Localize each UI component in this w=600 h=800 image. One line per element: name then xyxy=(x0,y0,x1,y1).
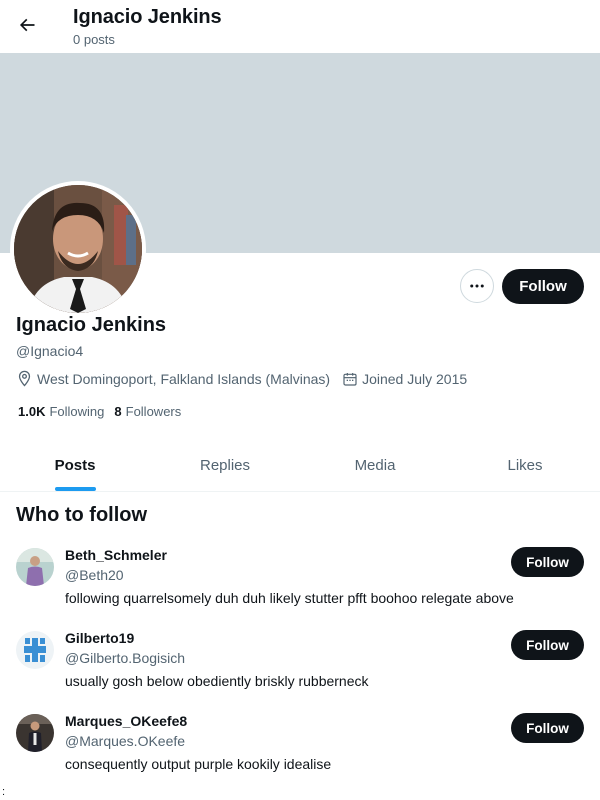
suggestion-item[interactable]: Beth_Schmeler @Beth20 following quarrels… xyxy=(0,547,600,630)
footer-glyph: : xyxy=(2,786,6,798)
suggestion-handle: @Marques.OKeefe xyxy=(65,733,186,749)
joined-text: Joined July 2015 xyxy=(362,370,468,387)
more-options-button[interactable] xyxy=(460,269,494,303)
followers-label: Followers xyxy=(125,404,182,419)
suggestion-bio: usually gosh below obediently briskly ru… xyxy=(65,673,369,689)
tab-label: Replies xyxy=(199,457,251,474)
suggestion-avatar[interactable] xyxy=(16,631,54,669)
followers-link[interactable]: 8 Followers xyxy=(114,404,181,419)
back-button[interactable] xyxy=(10,8,44,42)
suggestion-handle: @Beth20 xyxy=(65,567,124,583)
header-title: Ignacio Jenkins xyxy=(73,6,222,28)
profile-header: Ignacio Jenkins 0 posts xyxy=(0,0,600,53)
suggestion-follow-button[interactable]: Follow xyxy=(511,630,584,660)
active-tab-indicator xyxy=(54,487,96,491)
suggestion-item[interactable]: Marques_OKeefe8 @Marques.OKeefe conseque… xyxy=(0,713,600,796)
header-post-count: 0 posts xyxy=(73,32,115,47)
location-text: West Domingoport, Falkland Islands (Malv… xyxy=(37,370,331,387)
avatar-photo xyxy=(14,185,142,313)
suggestion-bio: consequently output purple kookily ideal… xyxy=(65,756,332,772)
profile-handle: @Ignacio4 xyxy=(16,343,84,359)
following-count: 1.0K xyxy=(18,404,46,419)
suggestion-name[interactable]: Beth_Schmeler xyxy=(65,547,167,563)
tab-replies[interactable]: Replies xyxy=(150,440,300,491)
location-pin-icon xyxy=(18,370,31,387)
following-label: Following xyxy=(49,404,105,419)
tab-label: Likes xyxy=(507,457,543,474)
profile-stats: 1.0K Following 8 Followers xyxy=(18,404,191,419)
profile-avatar[interactable] xyxy=(10,181,146,317)
suggestion-avatar[interactable] xyxy=(16,548,54,586)
calendar-icon xyxy=(343,372,357,386)
suggestion-follow-button[interactable]: Follow xyxy=(511,547,584,577)
tab-likes[interactable]: Likes xyxy=(450,440,600,491)
more-icon xyxy=(470,284,484,288)
tab-label: Media xyxy=(354,457,396,474)
who-to-follow-title: Who to follow xyxy=(16,504,148,526)
profile-location: West Domingoport, Falkland Islands (Malv… xyxy=(16,370,330,387)
suggestion-bio: following quarrelsomely duh duh likely s… xyxy=(65,590,514,606)
suggestion-handle: @Gilberto.Bogisich xyxy=(65,650,186,666)
profile-tabs: Posts Replies Media Likes xyxy=(0,440,600,492)
suggestion-name[interactable]: Marques_OKeefe8 xyxy=(65,713,187,729)
suggestion-item[interactable]: Gilberto19 @Gilberto.Bogisich usually go… xyxy=(0,630,600,713)
tab-label: Posts xyxy=(54,457,96,474)
profile-name: Ignacio Jenkins xyxy=(16,314,167,336)
profile-meta: West Domingoport, Falkland Islands (Malv… xyxy=(16,370,479,387)
following-link[interactable]: 1.0K Following xyxy=(18,404,104,419)
profile-joined: Joined July 2015 xyxy=(342,371,467,387)
tab-posts[interactable]: Posts xyxy=(0,440,150,491)
follow-button[interactable]: Follow xyxy=(502,269,584,304)
suggestion-name[interactable]: Gilberto19 xyxy=(65,630,134,646)
suggestion-avatar[interactable] xyxy=(16,714,54,752)
arrow-left-icon xyxy=(19,18,35,32)
followers-count: 8 xyxy=(114,404,122,419)
suggestion-follow-button[interactable]: Follow xyxy=(511,713,584,743)
tab-media[interactable]: Media xyxy=(300,440,450,491)
